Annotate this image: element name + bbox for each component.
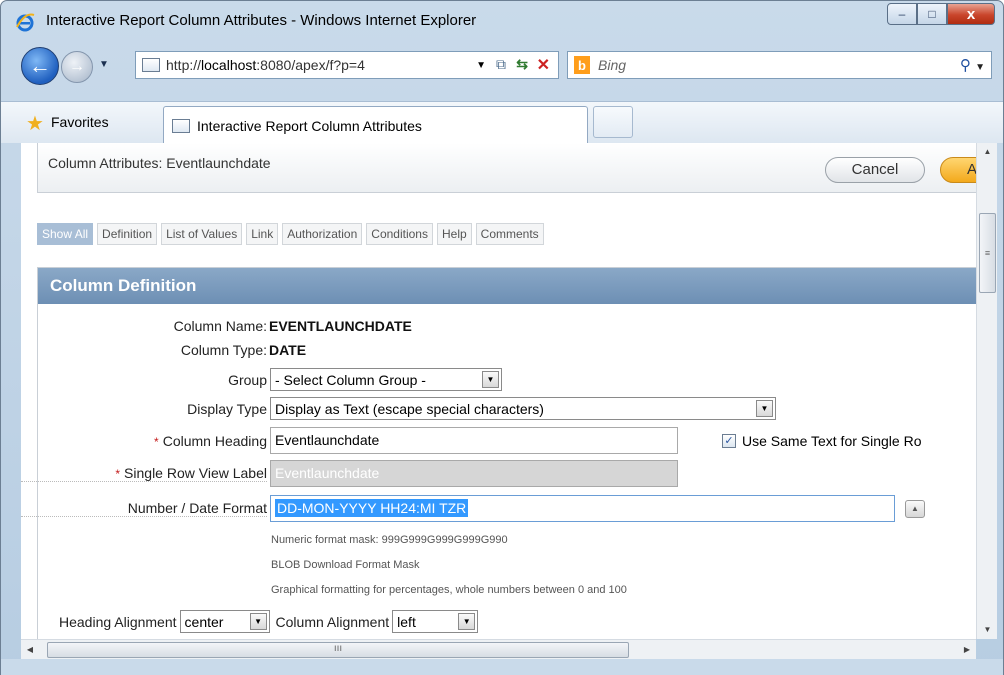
single-row-view-input[interactable]: Eventlaunchdate [270, 460, 678, 487]
blob-mask-hint[interactable]: BLOB Download Format Mask [271, 559, 420, 571]
address-bar[interactable]: http://localhost:8080/apex/f?p=4 ▼ ⧉ ⇆ ✕ [135, 51, 559, 79]
section-tabs: Show All Definition List of Values Link … [37, 223, 544, 245]
scroll-up-icon[interactable]: ▲ [977, 143, 998, 161]
window-title: Interactive Report Column Attributes - W… [46, 12, 477, 29]
apply-button[interactable]: A [940, 157, 976, 183]
heading-alignment-select[interactable]: center ▼ [179, 610, 270, 633]
heading-alignment-label: Heading Alignment [59, 613, 177, 630]
browser-window: Interactive Report Column Attributes - W… [0, 0, 1004, 675]
display-type-row: Display Type Display as Text (escape spe… [21, 397, 821, 420]
tab-page-icon [172, 118, 190, 133]
column-alignment-label: Column Alignment [275, 613, 390, 630]
column-heading-input[interactable]: Eventlaunchdate [270, 427, 678, 454]
format-input[interactable]: DD-MON-YYYY HH24:MI TZR [270, 495, 895, 522]
stop-icon[interactable]: ✕ [537, 55, 550, 75]
chevron-down-icon: ▼ [756, 400, 773, 417]
ie-logo-icon [16, 13, 35, 32]
expand-up-icon[interactable]: ▲ [905, 499, 925, 518]
format-row: Number / Date Format DD-MON-YYYY HH24:MI… [21, 495, 971, 522]
recent-pages-dropdown-icon[interactable]: ▼ [99, 59, 109, 70]
numeric-mask-hint[interactable]: Numeric format mask: 999G999G999G999G990 [271, 534, 508, 546]
tab-help[interactable]: Help [436, 223, 472, 245]
alignment-row: Heading Alignment center ▼ Column Alignm… [21, 610, 721, 633]
chevron-down-icon: ▼ [482, 371, 499, 388]
format-label: Number / Date Format [21, 500, 267, 517]
window-controls: – □ x [887, 3, 995, 25]
tab-definition[interactable]: Definition [97, 223, 158, 245]
close-button[interactable]: x [947, 3, 995, 25]
required-marker: * [154, 434, 159, 449]
scroll-right-icon[interactable]: ▶ [958, 640, 976, 660]
same-text-option: ✓ Use Same Text for Single Ro [722, 433, 922, 449]
tab-list-of-values[interactable]: List of Values [161, 223, 243, 245]
section-title: Column Definition [38, 268, 976, 304]
column-type-label: Column Type: [180, 342, 267, 358]
scroll-down-icon[interactable]: ▼ [977, 621, 998, 639]
search-icon[interactable]: ⚲ ▼ [960, 56, 985, 74]
same-text-label: Use Same Text for Single Ro [742, 432, 922, 449]
cancel-button[interactable]: Cancel [825, 157, 925, 183]
favorites-star-icon[interactable]: ★ [26, 111, 44, 136]
group-row: Group - Select Column Group - ▼ [21, 368, 621, 391]
display-type-select[interactable]: Display as Text (escape special characte… [270, 397, 776, 420]
column-name-label: Column Name: [173, 318, 267, 334]
single-row-view-label: * Single Row View Label [21, 465, 267, 482]
back-button[interactable]: ← [21, 47, 59, 85]
status-bar [1, 659, 1003, 675]
search-box[interactable]: b Bing ⚲ ▼ [567, 51, 992, 79]
page-icon [142, 58, 160, 72]
column-attributes-bar: Column Attributes: Eventlaunchdate Cance… [37, 143, 976, 193]
column-name-value: EVENTLAUNCHDATE [269, 318, 412, 334]
title-bar: Interactive Report Column Attributes - W… [1, 1, 1003, 41]
page-viewport: Column Attributes: Eventlaunchdate Cance… [21, 143, 976, 639]
new-tab-button[interactable] [593, 106, 633, 138]
column-type-row: Column Type: DATE [21, 342, 621, 358]
column-heading-label: * Column Heading [154, 432, 267, 449]
horizontal-scroll-thumb[interactable]: ııı [47, 642, 629, 658]
refresh-icon[interactable]: ⇆ [516, 56, 528, 73]
address-url[interactable]: http://localhost:8080/apex/f?p=4 [166, 57, 365, 73]
group-label: Group [228, 371, 267, 388]
chevron-down-icon: ▼ [458, 613, 476, 630]
favorites-bar: ★ Favorites Interactive Report Column At… [1, 101, 1003, 144]
tab-label: Interactive Report Column Attributes [197, 117, 422, 134]
search-input[interactable]: Bing [598, 57, 626, 73]
display-type-label: Display Type [187, 400, 267, 417]
navigation-bar: ← → ▼ http://localhost:8080/apex/f?p=4 ▼… [1, 41, 1003, 91]
page-title: Column Attributes: Eventlaunchdate [48, 155, 271, 171]
vertical-scrollbar[interactable]: ▲ ≡ ▼ [976, 143, 997, 639]
tab-comments[interactable]: Comments [475, 223, 544, 245]
chevron-down-icon: ▼ [249, 613, 267, 630]
minimize-button[interactable]: – [887, 3, 917, 25]
required-marker: * [115, 467, 121, 481]
column-name-row: Column Name: EVENTLAUNCHDATE [21, 318, 621, 334]
favorites-button[interactable]: Favorites [51, 114, 109, 130]
column-heading-row: * Column Heading Eventlaunchdate ✓ Use Sa… [21, 427, 976, 454]
tab-link[interactable]: Link [246, 223, 279, 245]
scroll-left-icon[interactable]: ◀ [21, 640, 39, 660]
bing-icon: b [574, 56, 590, 74]
graphical-format-hint[interactable]: Graphical formatting for percentages, wh… [271, 584, 627, 596]
same-text-checkbox[interactable]: ✓ [722, 433, 736, 448]
single-row-label-row: * Single Row View Label Eventlaunchdate [21, 460, 721, 487]
tab-conditions[interactable]: Conditions [366, 223, 433, 245]
tab-authorization[interactable]: Authorization [282, 223, 363, 245]
column-type-value: DATE [269, 342, 307, 358]
horizontal-scrollbar[interactable]: ◀ ııı ▶ [21, 639, 976, 659]
browser-tab[interactable]: Interactive Report Column Attributes [163, 106, 588, 144]
column-alignment-select[interactable]: left ▼ [392, 610, 479, 633]
compatibility-view-icon[interactable]: ⧉ [496, 56, 506, 73]
maximize-button[interactable]: □ [917, 3, 947, 25]
tab-show-all[interactable]: Show All [37, 223, 94, 245]
group-select[interactable]: - Select Column Group - ▼ [270, 368, 502, 391]
address-dropdown-icon[interactable]: ▼ [476, 60, 486, 71]
vertical-scroll-thumb[interactable]: ≡ [979, 213, 996, 293]
forward-button[interactable]: → [61, 51, 93, 83]
